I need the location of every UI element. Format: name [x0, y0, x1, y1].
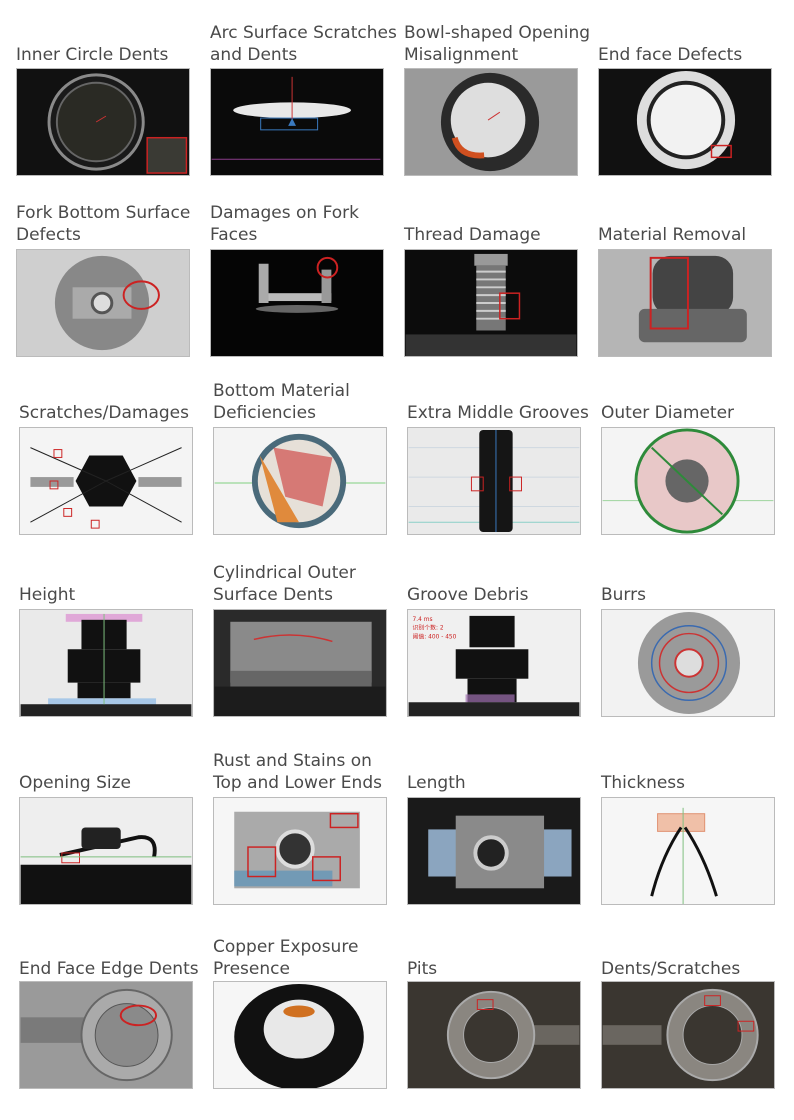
defect-card-material-removal: Material Removal — [598, 202, 788, 246]
defect-image-end-face — [598, 68, 772, 176]
defect-label: Groove Debris — [407, 585, 529, 605]
defect-card-bowl: Bowl-shaped Opening Misalignment — [404, 20, 594, 66]
defect-image-bottom-material — [213, 427, 387, 535]
defect-image-arc-surface — [210, 68, 384, 176]
defect-card-arc-surface: Arc Surface Scratches and Dents — [210, 20, 400, 66]
defect-card-length: Length — [407, 770, 597, 794]
defect-image-opening-size — [19, 797, 193, 905]
defect-image-dents-scratches — [601, 981, 775, 1089]
defect-label: Cylindrical Outer Surface Dents — [213, 563, 356, 605]
defect-card-burrs: Burrs — [601, 582, 791, 606]
defect-label: Inner Circle Dents — [16, 45, 169, 65]
defect-image-star — [19, 427, 193, 535]
defect-card-dents-scratches: Dents/Scratches — [601, 956, 791, 980]
defect-label: Burrs — [601, 585, 646, 605]
defect-card-copper: Copper Exposure Presence — [213, 934, 403, 980]
defect-card-outer-diameter: Outer Diameter — [601, 400, 791, 424]
defect-card-pits: Pits — [407, 956, 597, 980]
groove-debris-overlay-1: 识别个数: 2 — [413, 624, 444, 632]
defect-card-thread: Thread Damage — [404, 202, 594, 246]
groove-debris-overlay-2: 阈值: 400 - 450 — [413, 632, 457, 640]
defect-card-opening-size: Opening Size — [19, 770, 209, 794]
defect-image-fork-face — [210, 249, 384, 357]
defect-image-thickness — [601, 797, 775, 905]
defect-label: Arc Surface Scratches and Dents — [210, 23, 397, 65]
defect-image-thread — [404, 249, 578, 357]
defect-label: Fork Bottom Surface Defects — [16, 203, 191, 245]
defect-label: Opening Size — [19, 773, 131, 793]
defect-label: Rust and Stains on Top and Lower Ends — [213, 751, 382, 793]
defect-card-end-face: End face Defects — [598, 20, 788, 66]
defect-label: Bowl-shaped Opening Misalignment — [404, 23, 591, 65]
defect-label: Outer Diameter — [601, 403, 735, 423]
groove-debris-overlay-0: 7.4 ms — [413, 617, 433, 623]
defect-card-bottom-material: Bottom Material Deficiencies — [213, 378, 403, 424]
defect-label: End face Defects — [598, 45, 743, 65]
defect-image-height — [19, 609, 193, 717]
defect-card-star: Scratches/Damages — [19, 400, 209, 424]
defect-card-height: Height — [19, 582, 209, 606]
defect-image-cyl-dents — [213, 609, 387, 717]
defect-label: Bottom Material Deficiencies — [213, 381, 350, 423]
defect-label: Length — [407, 773, 466, 793]
defect-image-inner-circle-dents — [16, 68, 190, 176]
defect-label: Pits — [407, 959, 438, 979]
defect-label: Material Removal — [598, 225, 747, 245]
defect-card-edge-dents: End Face Edge Dents — [19, 956, 209, 980]
defect-card-inner-circle-dents: Inner Circle Dents — [16, 20, 206, 66]
defect-label: Thickness — [601, 773, 686, 793]
defect-image-groove-debris: 7.4 ms 识别个数: 2 阈值: 400 - 450 — [407, 609, 581, 717]
defect-card-rust: Rust and Stains on Top and Lower Ends — [213, 748, 403, 794]
defect-image-length — [407, 797, 581, 905]
defect-label: Copper Exposure Presence — [213, 937, 359, 979]
defect-label: Scratches/Damages — [19, 403, 189, 423]
defect-image-rust — [213, 797, 387, 905]
defect-image-fork-bottom — [16, 249, 190, 357]
defect-label: Height — [19, 585, 76, 605]
defect-label: End Face Edge Dents — [19, 959, 199, 979]
defect-image-outer-diameter — [601, 427, 775, 535]
defect-label: Damages on Fork Faces — [210, 203, 359, 245]
defect-card-fork-bottom: Fork Bottom Surface Defects — [16, 202, 206, 246]
defect-label: Extra Middle Grooves — [407, 403, 589, 423]
defect-card-thickness: Thickness — [601, 770, 791, 794]
defect-image-middle-grooves — [407, 427, 581, 535]
defect-card-fork-face: Damages on Fork Faces — [210, 202, 400, 246]
defect-image-bowl — [404, 68, 578, 176]
defect-image-burrs — [601, 609, 775, 717]
defect-card-groove-debris: Groove Debris — [407, 582, 597, 606]
defect-label: Dents/Scratches — [601, 959, 741, 979]
defect-card-middle-grooves: Extra Middle Grooves — [407, 400, 597, 424]
defect-label: Thread Damage — [404, 225, 541, 245]
defect-image-material-removal — [598, 249, 772, 357]
defect-image-pits — [407, 981, 581, 1089]
defect-image-copper — [213, 981, 387, 1089]
defect-card-cyl-dents: Cylindrical Outer Surface Dents — [213, 560, 403, 606]
defect-image-edge-dents — [19, 981, 193, 1089]
